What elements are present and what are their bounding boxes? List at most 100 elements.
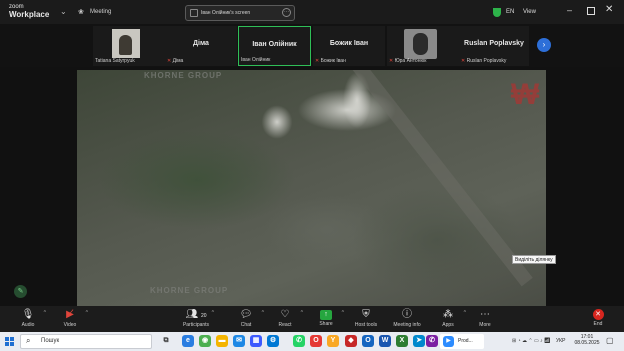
participants-count: 20 [200,313,207,319]
more-label: More [479,322,491,328]
participant-name: Ruslan Poplavsky [466,58,507,64]
view-button[interactable]: View [523,9,536,15]
share-button[interactable]: ↑ Share ^ [306,308,346,327]
excel-icon[interactable]: X [396,335,408,347]
video-options-chevron-icon[interactable]: ^ [86,310,88,316]
taskbar-language[interactable]: УКР [556,338,565,344]
audio-options-chevron-icon[interactable]: ^ [44,310,46,316]
participants-button[interactable]: 👥︎ 20 Participants ^ [176,308,216,328]
task-view-icon[interactable]: ⧉ [160,335,172,347]
search-icon: ⌕ [26,336,31,345]
chat-icon: 💬︎ [239,309,253,320]
security-shield-icon[interactable] [493,8,501,17]
participant-video [404,29,437,59]
apps-icon: ⁂ [443,309,453,320]
audio-label: Audio [21,322,35,328]
meeting-info-label: Meeting info [393,322,421,328]
participants-icon: 👥︎ 20 [185,309,207,320]
shield-icon: ⛨ [362,309,370,320]
taskbar-active-app[interactable]: ▶ Prod... [440,334,484,349]
app-menu-chevron-icon[interactable]: ⌄ [60,7,67,16]
audio-button[interactable]: 🎙︎ Audio ^ [8,308,48,328]
microphone-icon: 🎙︎ [21,309,35,320]
participant-name-row: ✕ Ruslan Poplavsky [461,58,506,64]
participant-tile-active[interactable]: Іван Олійник Іван Олійник [238,26,311,66]
watermark-top: KHORNE GROUP [144,71,223,80]
host-tools-label: Host tools [354,322,378,328]
minimize-icon[interactable]: – [567,5,572,15]
participant-display-name: Іван Олійник [252,41,297,48]
participants-label: Participants [182,322,210,328]
react-button[interactable]: ♡ React ^ [265,308,305,328]
end-button[interactable]: ✕ End [578,308,618,327]
maximize-icon[interactable] [587,7,595,15]
outlook-icon[interactable]: O [362,335,374,347]
participant-name-row: ✕ Діма [167,58,183,64]
more-button[interactable]: ⋯ More [465,308,505,328]
system-tray-icons[interactable]: ⊞ ◔ ☁ ⌃ ▭ ♪ 📶︎ [512,338,550,344]
active-app-label: Prod... [458,338,473,344]
chat-options-chevron-icon[interactable]: ^ [262,310,264,316]
search-placeholder: Пошук [41,338,60,344]
share-label: Share [319,321,333,327]
store-icon[interactable]: ▦ [250,335,262,347]
participant-tile[interactable]: Ruslan Poplavsky ✕ Ruslan Poplavsky [459,26,529,66]
app-icon[interactable]: ◆ [345,335,357,347]
notification-icon[interactable]: ▢ [606,336,614,345]
react-options-chevron-icon[interactable]: ^ [301,310,303,316]
heart-icon: ♡ [280,309,290,320]
taskbar-search-input[interactable]: ⌕ Пошук [20,334,152,349]
participant-tile[interactable]: ✕ Юра Антонюк [387,26,459,66]
viber-icon[interactable]: ✆ [426,335,438,347]
video-label: Video [63,322,77,328]
zoom-workplace-text: Workplace [9,10,50,19]
drone-footage-image [77,70,546,306]
word-icon[interactable]: W [379,335,391,347]
video-off-icon: ▶̸ [66,309,74,320]
opera-icon[interactable]: O [310,335,322,347]
whatsapp-icon[interactable]: ✆ [293,335,305,347]
chat-label: Chat [240,322,252,328]
language-selector[interactable]: EN [506,9,514,15]
participant-video [112,29,140,58]
settings-app-icon[interactable]: ⚙ [267,335,279,347]
yandex-icon[interactable]: Y [327,335,339,347]
shared-screen[interactable] [77,70,546,306]
share-options-chevron-icon[interactable]: ^ [342,310,344,316]
info-icon: ⓘ [402,309,412,320]
apps-button[interactable]: ⁂ Apps ^ [428,308,468,328]
annotate-pencil-icon[interactable]: ✎ [14,285,27,298]
participant-name-row: ✕ Юра Антонюк [389,58,426,64]
mic-muted-icon: ✕ [315,58,320,64]
video-button[interactable]: ▶̸ Video ^ [50,308,90,328]
participants-options-chevron-icon[interactable]: ^ [212,310,214,316]
chrome-icon[interactable]: ◉ [199,335,211,347]
zoom-logo: zoom Workplace [9,4,49,19]
participant-tile[interactable]: Божик Іван ✕ Божик Іван [313,26,385,66]
telegram-icon[interactable]: ➤ [413,335,425,347]
participant-tile[interactable]: Tatiana Satyrpyuk [93,26,165,66]
participant-name: Діма [172,58,184,64]
participant-display-name: Ruslan Poplavsky [464,40,524,47]
mic-muted-icon: ✕ [461,58,466,64]
participant-name: Божик Іван [320,58,346,64]
participant-tile[interactable]: Діма ✕ Діма [165,26,237,66]
khorne-logo: ₩ [510,78,540,111]
screen-share-indicator[interactable]: Іван Олійник's screen ··· [185,5,295,21]
edge-icon[interactable]: e [182,335,194,347]
meeting-label: Meeting [90,9,112,15]
more-icon: ⋯ [480,309,490,320]
participant-name: Іван Олійник [241,57,271,63]
next-page-chevron-icon[interactable]: › [537,38,551,52]
meeting-info-button[interactable]: ⓘ Meeting info [387,308,427,328]
end-call-icon: ✕ [592,309,604,320]
mail-icon[interactable]: ✉ [233,335,245,347]
windows-start-icon[interactable] [5,337,14,346]
tooltip: Виділіть ділянку [512,255,556,264]
close-icon[interactable]: ✕ [605,4,613,15]
taskbar-clock[interactable]: 17:01 08.05.2025 [572,334,602,346]
chat-button[interactable]: 💬︎ Chat ^ [226,308,266,328]
host-tools-button[interactable]: ⛨ Host tools [346,308,386,328]
view-options-icon[interactable]: ··· [282,8,291,17]
file-explorer-icon[interactable]: ▬ [216,335,228,347]
